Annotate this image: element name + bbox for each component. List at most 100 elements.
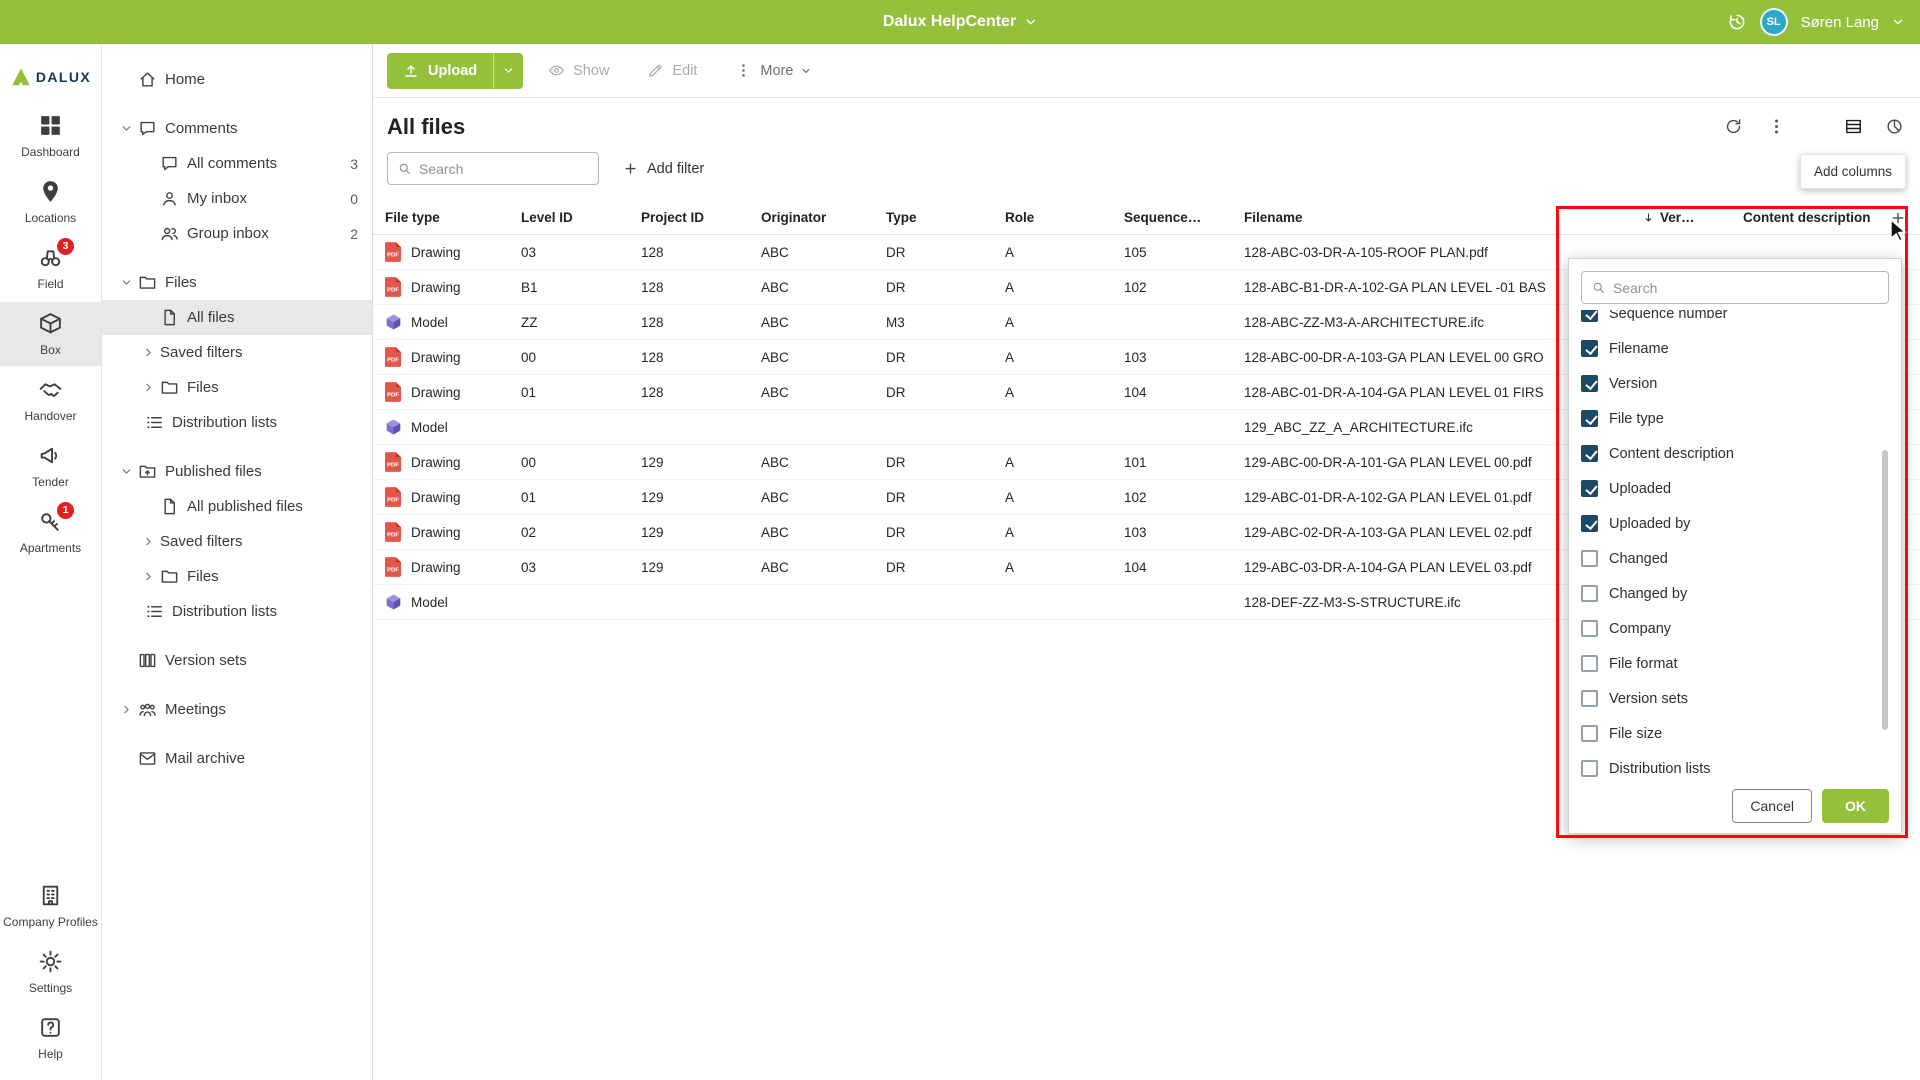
column-header-level-id[interactable]: Level ID xyxy=(521,210,641,225)
checkbox-checked-icon[interactable] xyxy=(1581,445,1598,462)
edit-button[interactable]: Edit xyxy=(634,53,710,89)
column-option-content-description[interactable]: Content description xyxy=(1581,436,1889,471)
column-option-changed[interactable]: Changed xyxy=(1581,541,1889,576)
chevron-right-icon[interactable] xyxy=(114,703,138,717)
column-header-originator[interactable]: Originator xyxy=(761,210,886,225)
more-options-button[interactable] xyxy=(1767,117,1786,136)
avatar[interactable]: SL xyxy=(1760,8,1788,36)
column-search[interactable] xyxy=(1581,271,1889,304)
chart-view-button[interactable] xyxy=(1885,117,1904,136)
popup-scrollbar[interactable] xyxy=(1882,450,1888,730)
rail-item-help[interactable]: Help xyxy=(0,1006,101,1070)
checkbox-checked-icon[interactable] xyxy=(1581,340,1598,357)
sidebar-item-group-inbox[interactable]: Group inbox2 xyxy=(102,216,372,251)
dalux-logo[interactable]: DALUX xyxy=(0,54,101,100)
more-button[interactable]: More xyxy=(722,53,824,89)
rail-item-box[interactable]: Box xyxy=(0,302,101,366)
rail-item-company-profiles[interactable]: Company Profiles xyxy=(0,874,101,938)
column-option-sequence-number[interactable]: Sequence number xyxy=(1581,310,1889,331)
cancel-button[interactable]: Cancel xyxy=(1732,789,1812,823)
rail-item-settings[interactable]: Settings xyxy=(0,940,101,1004)
ok-button[interactable]: OK xyxy=(1822,789,1889,823)
sidebar-item-all-comments[interactable]: All comments3 xyxy=(102,146,372,181)
add-filter-button[interactable]: Add filter xyxy=(623,161,704,177)
checkbox-unchecked-icon[interactable] xyxy=(1581,550,1598,567)
sidebar-item-all-files[interactable]: All files xyxy=(102,300,372,335)
column-option-distribution-lists[interactable]: Distribution lists xyxy=(1581,751,1889,779)
column-header-file-type[interactable]: File type xyxy=(373,210,521,225)
sidebar-item-files[interactable]: Files xyxy=(102,559,372,594)
chevron-down-icon[interactable] xyxy=(114,122,138,136)
rail-item-locations[interactable]: Locations xyxy=(0,170,101,234)
search-input[interactable] xyxy=(419,161,589,177)
column-option-file-type[interactable]: File type xyxy=(1581,401,1889,436)
checkbox-unchecked-icon[interactable] xyxy=(1581,760,1598,777)
checkbox-unchecked-icon[interactable] xyxy=(1581,655,1598,672)
table-view-button[interactable] xyxy=(1844,117,1863,136)
sidebar-item-label: Version sets xyxy=(165,652,247,669)
file-search[interactable] xyxy=(387,152,599,185)
rail-item-field[interactable]: 3Field xyxy=(0,236,101,300)
chevron-right-icon[interactable] xyxy=(136,381,160,395)
checkbox-unchecked-icon[interactable] xyxy=(1581,690,1598,707)
sidebar-item-saved-filters[interactable]: Saved filters xyxy=(102,335,372,370)
column-option-company[interactable]: Company xyxy=(1581,611,1889,646)
checkbox-unchecked-icon[interactable] xyxy=(1581,620,1598,637)
project-switcher[interactable]: Dalux HelpCenter xyxy=(883,13,1037,31)
column-header-ver[interactable]: Ver… xyxy=(1642,210,1743,225)
column-header-project-id[interactable]: Project ID xyxy=(641,210,761,225)
rail-item-dashboard[interactable]: Dashboard xyxy=(0,104,101,168)
checkbox-checked-icon[interactable] xyxy=(1581,515,1598,532)
sidebar-item-home[interactable]: Home xyxy=(102,62,372,97)
column-header-type[interactable]: Type xyxy=(886,210,1005,225)
sidebar-item-files[interactable]: Files xyxy=(102,265,372,300)
sidebar-item-mail-archive[interactable]: Mail archive xyxy=(102,741,372,776)
add-columns-button[interactable] xyxy=(1890,210,1906,226)
column-header-label: Originator xyxy=(761,210,826,225)
column-option-file-format[interactable]: File format xyxy=(1581,646,1889,681)
column-header-sequence[interactable]: Sequence… xyxy=(1124,210,1244,225)
show-button[interactable]: Show xyxy=(535,53,622,89)
chevron-right-icon[interactable] xyxy=(136,570,160,584)
column-option-file-size[interactable]: File size xyxy=(1581,716,1889,751)
originator: ABC xyxy=(761,455,886,470)
column-header-filename[interactable]: Filename xyxy=(1244,210,1642,225)
sidebar-item-saved-filters[interactable]: Saved filters xyxy=(102,524,372,559)
upload-button[interactable]: Upload xyxy=(387,53,523,89)
refresh-button[interactable] xyxy=(1724,117,1743,136)
checkbox-unchecked-icon[interactable] xyxy=(1581,585,1598,602)
chevron-down-icon[interactable] xyxy=(114,276,138,290)
column-search-input[interactable] xyxy=(1613,280,1879,296)
checkbox-checked-icon[interactable] xyxy=(1581,410,1598,427)
rail-item-handover[interactable]: Handover xyxy=(0,368,101,432)
chevron-right-icon[interactable] xyxy=(136,346,160,360)
checkbox-checked-icon[interactable] xyxy=(1581,480,1598,497)
rail-item-tender[interactable]: Tender xyxy=(0,434,101,498)
sidebar-item-published-files[interactable]: Published files xyxy=(102,454,372,489)
column-option-uploaded-by[interactable]: Uploaded by xyxy=(1581,506,1889,541)
type: M3 xyxy=(886,315,1005,330)
sidebar-item-comments[interactable]: Comments xyxy=(102,111,372,146)
sidebar-item-distribution-lists[interactable]: Distribution lists xyxy=(102,594,372,629)
chevron-down-icon[interactable] xyxy=(114,465,138,479)
column-option-uploaded[interactable]: Uploaded xyxy=(1581,471,1889,506)
sidebar-item-my-inbox[interactable]: My inbox0 xyxy=(102,181,372,216)
checkbox-unchecked-icon[interactable] xyxy=(1581,725,1598,742)
sidebar-item-version-sets[interactable]: Version sets xyxy=(102,643,372,678)
checkbox-checked-icon[interactable] xyxy=(1581,310,1598,322)
column-option-version-sets[interactable]: Version sets xyxy=(1581,681,1889,716)
sidebar-item-meetings[interactable]: Meetings xyxy=(102,692,372,727)
checkbox-checked-icon[interactable] xyxy=(1581,375,1598,392)
user-menu-chevron-icon[interactable] xyxy=(1892,16,1904,28)
column-header-role[interactable]: Role xyxy=(1005,210,1124,225)
column-option-filename[interactable]: Filename xyxy=(1581,331,1889,366)
sidebar-item-files[interactable]: Files xyxy=(102,370,372,405)
chevron-right-icon[interactable] xyxy=(136,535,160,549)
sidebar-item-all-published-files[interactable]: All published files xyxy=(102,489,372,524)
upload-dropdown-button[interactable] xyxy=(493,53,523,89)
history-button[interactable] xyxy=(1727,12,1747,32)
sidebar-item-distribution-lists[interactable]: Distribution lists xyxy=(102,405,372,440)
rail-item-apartments[interactable]: 1Apartments xyxy=(0,500,101,564)
column-option-version[interactable]: Version xyxy=(1581,366,1889,401)
column-option-changed-by[interactable]: Changed by xyxy=(1581,576,1889,611)
